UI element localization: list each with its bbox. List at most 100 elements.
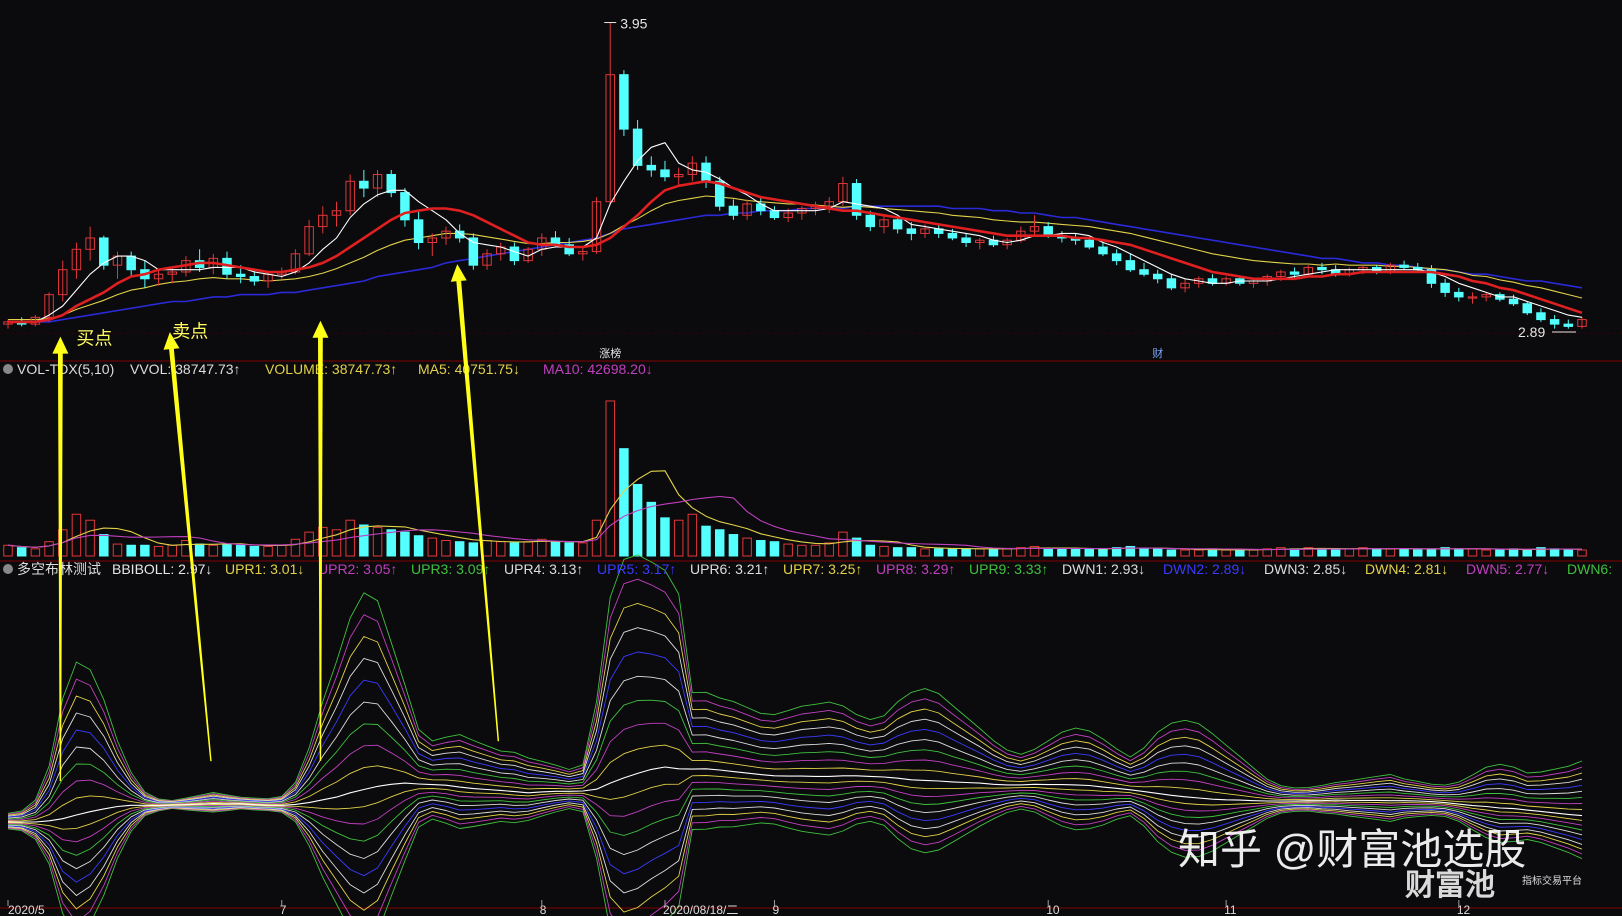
event-marker-limit-up[interactable]: 涨榜 — [599, 346, 621, 360]
volume-bar-90 — [1235, 549, 1245, 557]
volume-bar-9 — [126, 544, 136, 557]
volume-legend-3: MA10: 42698.20↓ — [543, 361, 653, 377]
candle-body-80 — [1098, 246, 1108, 255]
candle-body-82 — [1125, 260, 1136, 271]
volume-bar-14 — [194, 543, 205, 557]
volume-bar-26 — [359, 524, 369, 557]
x-tick-0: 2020/5 — [8, 903, 45, 916]
bbiboll-legend: 多空布林测试 BBIBOLL: 2.97↓ UPR1: 3.01↓ UPR2: … — [3, 561, 1612, 577]
candle-body-9 — [126, 255, 136, 271]
volume-bar-76 — [1043, 548, 1053, 557]
volume-bar-18 — [249, 545, 260, 557]
volume-bar-68 — [933, 548, 944, 557]
bbiboll-legend-6: UPR6: 3.21↑ — [690, 561, 769, 577]
volume-bar-69 — [947, 548, 958, 557]
candle-body-102 — [1399, 264, 1409, 268]
volume-bar-79 — [1084, 548, 1095, 557]
buy-point-label: 买点 — [76, 329, 112, 349]
volume-bar-65 — [892, 547, 903, 557]
bbiboll-legend-8: UPR8: 3.29↑ — [876, 561, 955, 577]
volume-bar-53 — [728, 534, 739, 557]
volume-bar-78 — [1070, 548, 1081, 557]
candle-body-47 — [646, 164, 657, 171]
x-tick-3: 2020/08/18/二 — [663, 903, 738, 916]
volume-legend: VOL-TDX(5,10) VVOL: 38747.73↑ VOLUME: 38… — [3, 361, 653, 377]
volume-bar-33 — [454, 541, 465, 557]
volume-bar-28 — [386, 529, 396, 557]
volume-legend-2: MA5: 40751.75↓ — [418, 361, 520, 377]
volume-bar-40 — [550, 541, 561, 557]
volume-bar-29 — [400, 531, 410, 557]
volume-bar-51 — [701, 525, 711, 557]
x-tick-1: 7 — [280, 903, 287, 916]
candle-body-112 — [1536, 312, 1546, 321]
volume-bar-63 — [865, 544, 876, 557]
candle-body-111 — [1522, 303, 1532, 314]
candle-body-45 — [619, 74, 629, 130]
candle-body-53 — [728, 205, 739, 216]
watermark-logo-sub: 指标交易平台 — [1522, 874, 1582, 887]
x-tick-4: 9 — [772, 903, 779, 916]
candle-body-81 — [1111, 253, 1122, 262]
volume-bar-48 — [660, 517, 670, 557]
volume-bar-47 — [646, 501, 657, 557]
volume-bar-84 — [1152, 548, 1163, 557]
volume-bar-41 — [564, 542, 574, 557]
volume-bar-80 — [1098, 548, 1108, 557]
x-tick-2: 8 — [540, 903, 547, 916]
volume-bar-56 — [769, 541, 780, 557]
watermark-logo: 财富池 — [1405, 868, 1495, 902]
candle-body-76 — [1043, 226, 1053, 237]
volume-bar-52 — [714, 529, 725, 557]
volume-legend-1: VOLUME: 38747.73↑ — [265, 361, 397, 377]
volume-bar-66 — [906, 547, 917, 557]
volume-bar-83 — [1139, 548, 1149, 557]
bbiboll-legend-14: DWN5: 2.77↓ — [1466, 561, 1549, 577]
candle-body-106 — [1454, 291, 1464, 298]
volume-bar-109 — [1495, 549, 1505, 557]
bbiboll-legend-15: DWN6: — [1567, 561, 1612, 577]
volume-bar-110 — [1508, 548, 1519, 557]
volume-bar-111 — [1522, 549, 1532, 557]
volume-bar-113 — [1549, 548, 1560, 557]
collapse-icon[interactable] — [3, 564, 13, 574]
candle-body-79 — [1084, 239, 1095, 248]
candle-body-46 — [632, 128, 643, 166]
candle-body-63 — [865, 214, 876, 228]
volume-bar-97 — [1330, 549, 1341, 557]
candle-body-110 — [1508, 298, 1519, 305]
candle-body-84 — [1152, 273, 1163, 280]
volume-bar-103 — [1413, 549, 1423, 557]
volume-bar-17 — [235, 544, 246, 557]
sell-point-label: 卖点 — [172, 322, 208, 342]
candle-body-65 — [892, 219, 903, 230]
candle-body-114 — [1563, 323, 1574, 327]
event-marker-finance[interactable]: 财 — [1152, 346, 1163, 360]
volume-bar-30 — [413, 535, 424, 557]
volume-bar-102 — [1399, 548, 1409, 557]
candle-body-70 — [961, 237, 971, 243]
bbiboll-legend-12: DWN3: 2.85↓ — [1264, 561, 1347, 577]
volume-bar-34 — [468, 542, 479, 557]
candle-body-66 — [906, 228, 917, 234]
volume-bar-46 — [632, 483, 643, 557]
bbiboll-legend-2: UPR2: 3.05↑ — [318, 561, 397, 577]
volume-bar-85 — [1166, 549, 1177, 557]
candle-body-33 — [454, 230, 465, 239]
volume-bar-72 — [988, 548, 999, 557]
bbiboll-legend-5: UPR5: 3.17↑ — [597, 561, 676, 577]
collapse-icon[interactable] — [3, 364, 13, 374]
volume-bar-106 — [1454, 548, 1464, 557]
candle-body-56 — [769, 210, 780, 219]
bbiboll-legend-11: DWN2: 2.89↓ — [1163, 561, 1246, 577]
volume-bar-70 — [961, 548, 971, 557]
bbiboll-legend-4: UPR4: 3.13↑ — [504, 561, 583, 577]
volume-indicator-name[interactable]: VOL-TDX(5,10) — [17, 361, 114, 377]
watermark-text: 知乎 @财富池选股 — [1178, 826, 1526, 873]
volume-bar-10 — [140, 544, 150, 557]
candle-body-96 — [1317, 266, 1327, 271]
volume-legend-0: VVOL: 38747.73↑ — [130, 361, 241, 377]
candle-body-113 — [1549, 319, 1560, 325]
bbiboll-legend-3: UPR3: 3.09↑ — [411, 561, 490, 577]
volume-bar-77 — [1057, 548, 1067, 557]
